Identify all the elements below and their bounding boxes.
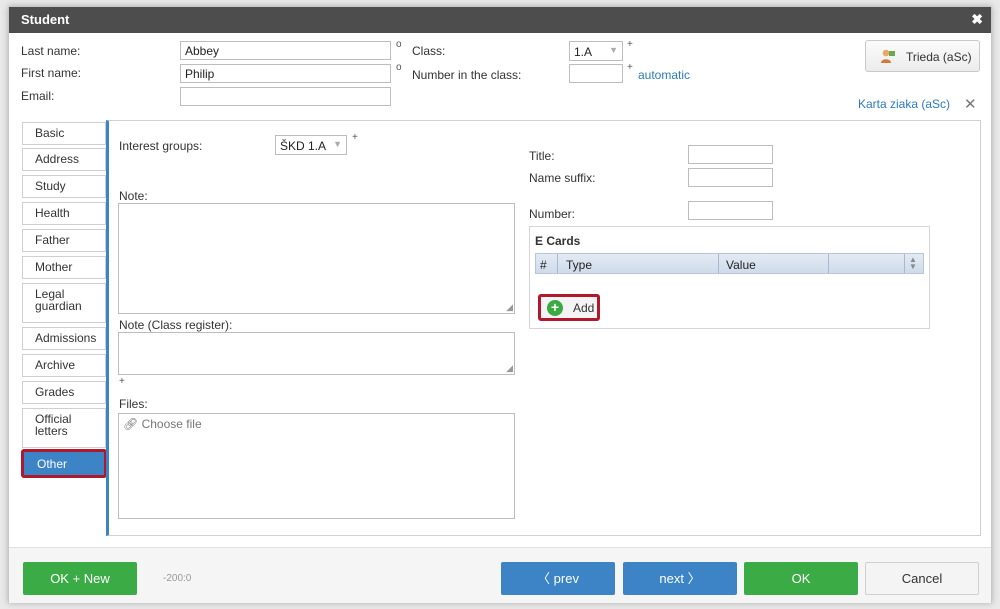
first-name-input[interactable]: [180, 64, 391, 83]
sort-arrows-icon[interactable]: ▲ ▼: [909, 256, 917, 271]
interest-groups-value: ŠKD 1.A: [280, 139, 327, 153]
tools-icon[interactable]: ✕: [964, 95, 977, 113]
e-cards-heading: E Cards: [535, 234, 581, 248]
ok-button[interactable]: OK: [744, 562, 858, 595]
column-header-value[interactable]: Value: [726, 258, 756, 272]
column-separator: [557, 254, 558, 273]
tab-label: Grades: [35, 385, 75, 399]
tab-archive[interactable]: Archive: [22, 354, 106, 377]
next-button[interactable]: next 〉: [623, 562, 737, 595]
resize-grip-icon[interactable]: ◢: [506, 302, 513, 313]
note-textarea[interactable]: ◢: [118, 203, 515, 314]
link-icon: 🔗︎: [123, 417, 142, 431]
resize-grip-icon[interactable]: ◢: [506, 363, 513, 374]
tab-admissions[interactable]: Admissions: [22, 327, 106, 350]
class-label: Class:: [412, 44, 446, 58]
first-name-mark: o: [396, 62, 402, 73]
class-plus[interactable]: +: [627, 39, 633, 50]
dialog-title: Student: [21, 12, 70, 27]
number-input[interactable]: [688, 201, 773, 220]
dialog-footer: OK + New -200:0 〈 prev next 〉 OK Cancel: [9, 547, 991, 603]
counter-text: -200:0: [163, 573, 192, 584]
tab-grades[interactable]: Grades: [22, 381, 106, 404]
tab-father[interactable]: Father: [22, 229, 106, 252]
chevron-down-icon: ▼: [333, 139, 342, 149]
tab-label: Archive: [35, 358, 76, 372]
note-class-register-textarea[interactable]: ◢: [118, 332, 515, 375]
interest-groups-plus[interactable]: +: [352, 132, 358, 143]
tab-label: Address: [35, 152, 80, 166]
tab-label: Basic: [35, 126, 65, 140]
column-header-type[interactable]: Type: [566, 258, 592, 272]
tab-mother[interactable]: Mother: [22, 256, 106, 279]
number-in-class-input[interactable]: [569, 64, 623, 83]
first-name-label: First name:: [21, 66, 82, 80]
other-tab-panel: Interest groups: ŠKD 1.A ▼ + Note: ◢ Not…: [106, 120, 981, 536]
choose-file-label: Choose file: [141, 417, 202, 431]
karta-ziaka-link[interactable]: Karta ziaka (aSc): [858, 97, 950, 111]
name-suffix-label: Name suffix:: [529, 171, 596, 185]
email-input[interactable]: [180, 87, 391, 106]
title-label: Title:: [529, 149, 555, 163]
last-name-mark: o: [396, 39, 402, 50]
files-box[interactable]: 🔗︎ Choose file: [118, 413, 515, 519]
interest-groups-label: Interest groups:: [119, 139, 203, 153]
tab-label: Legal guardian: [35, 287, 82, 313]
tab-official-letters[interactable]: Official letters: [22, 408, 106, 448]
name-suffix-input[interactable]: [688, 168, 773, 187]
add-e-card-button[interactable]: + Add: [538, 294, 600, 321]
interest-groups-select[interactable]: ŠKD 1.A ▼: [275, 135, 347, 155]
column-separator: [828, 254, 829, 273]
prev-button[interactable]: 〈 prev: [501, 562, 615, 595]
automatic-link[interactable]: automatic: [638, 68, 690, 82]
tab-other-highlight: [21, 449, 107, 478]
tab-study[interactable]: Study: [22, 175, 106, 198]
note-class-register-plus[interactable]: +: [119, 376, 125, 387]
chevron-left-icon: 〈: [537, 571, 554, 586]
tab-basic[interactable]: Basic: [22, 122, 106, 145]
tab-address[interactable]: Address: [22, 148, 106, 171]
cancel-button[interactable]: Cancel: [865, 562, 979, 595]
last-name-label: Last name:: [21, 44, 81, 58]
class-select-value: 1.A: [574, 45, 593, 59]
number-in-class-label: Number in the class:: [412, 68, 522, 82]
dialog-titlebar: Student ✖: [9, 7, 991, 33]
choose-file-link[interactable]: 🔗︎ Choose file: [123, 417, 202, 431]
e-cards-grid-header: # Type Value ▲ ▼: [535, 253, 924, 274]
tab-label: Admissions: [35, 331, 97, 345]
tab-label: Health: [35, 206, 70, 220]
number-label: Number:: [529, 207, 576, 221]
chevron-right-icon: 〉: [683, 571, 701, 586]
tab-label: Official letters: [35, 412, 72, 438]
tab-legal-guardian[interactable]: Legal guardian: [22, 283, 106, 323]
note-class-register-label: Note (Class register):: [119, 318, 233, 332]
note-label: Note:: [119, 189, 148, 203]
next-label: next: [659, 571, 684, 586]
close-icon[interactable]: ✖: [971, 11, 983, 28]
tab-label: Mother: [35, 260, 73, 274]
email-label: Email:: [21, 89, 55, 103]
files-label: Files:: [119, 397, 148, 411]
add-button-label: Add: [573, 301, 595, 315]
chevron-down-icon: ▼: [609, 45, 618, 55]
ok-new-button[interactable]: OK + New: [23, 562, 137, 595]
plus-circle-icon: +: [547, 300, 563, 316]
trieda-button[interactable]: Trieda (aSc): [865, 40, 980, 72]
class-select[interactable]: 1.A ▼: [569, 41, 623, 61]
number-plus[interactable]: +: [627, 62, 633, 73]
column-separator: [718, 254, 719, 273]
tab-health[interactable]: Health: [22, 202, 106, 225]
tab-label: Father: [35, 233, 70, 247]
last-name-input[interactable]: [180, 41, 391, 60]
prev-label: prev: [553, 571, 579, 586]
column-header-number[interactable]: #: [540, 258, 547, 272]
tab-label: Study: [35, 179, 66, 193]
title-input[interactable]: [688, 145, 773, 164]
column-separator: [904, 254, 905, 273]
trieda-button-label: Trieda (aSc): [906, 50, 972, 64]
teacher-icon: [881, 49, 895, 63]
student-dialog: Student ✖ Last name: o First name: o Ema…: [8, 6, 992, 603]
e-cards-section: E Cards # Type Value ▲ ▼ + Add: [529, 226, 930, 329]
